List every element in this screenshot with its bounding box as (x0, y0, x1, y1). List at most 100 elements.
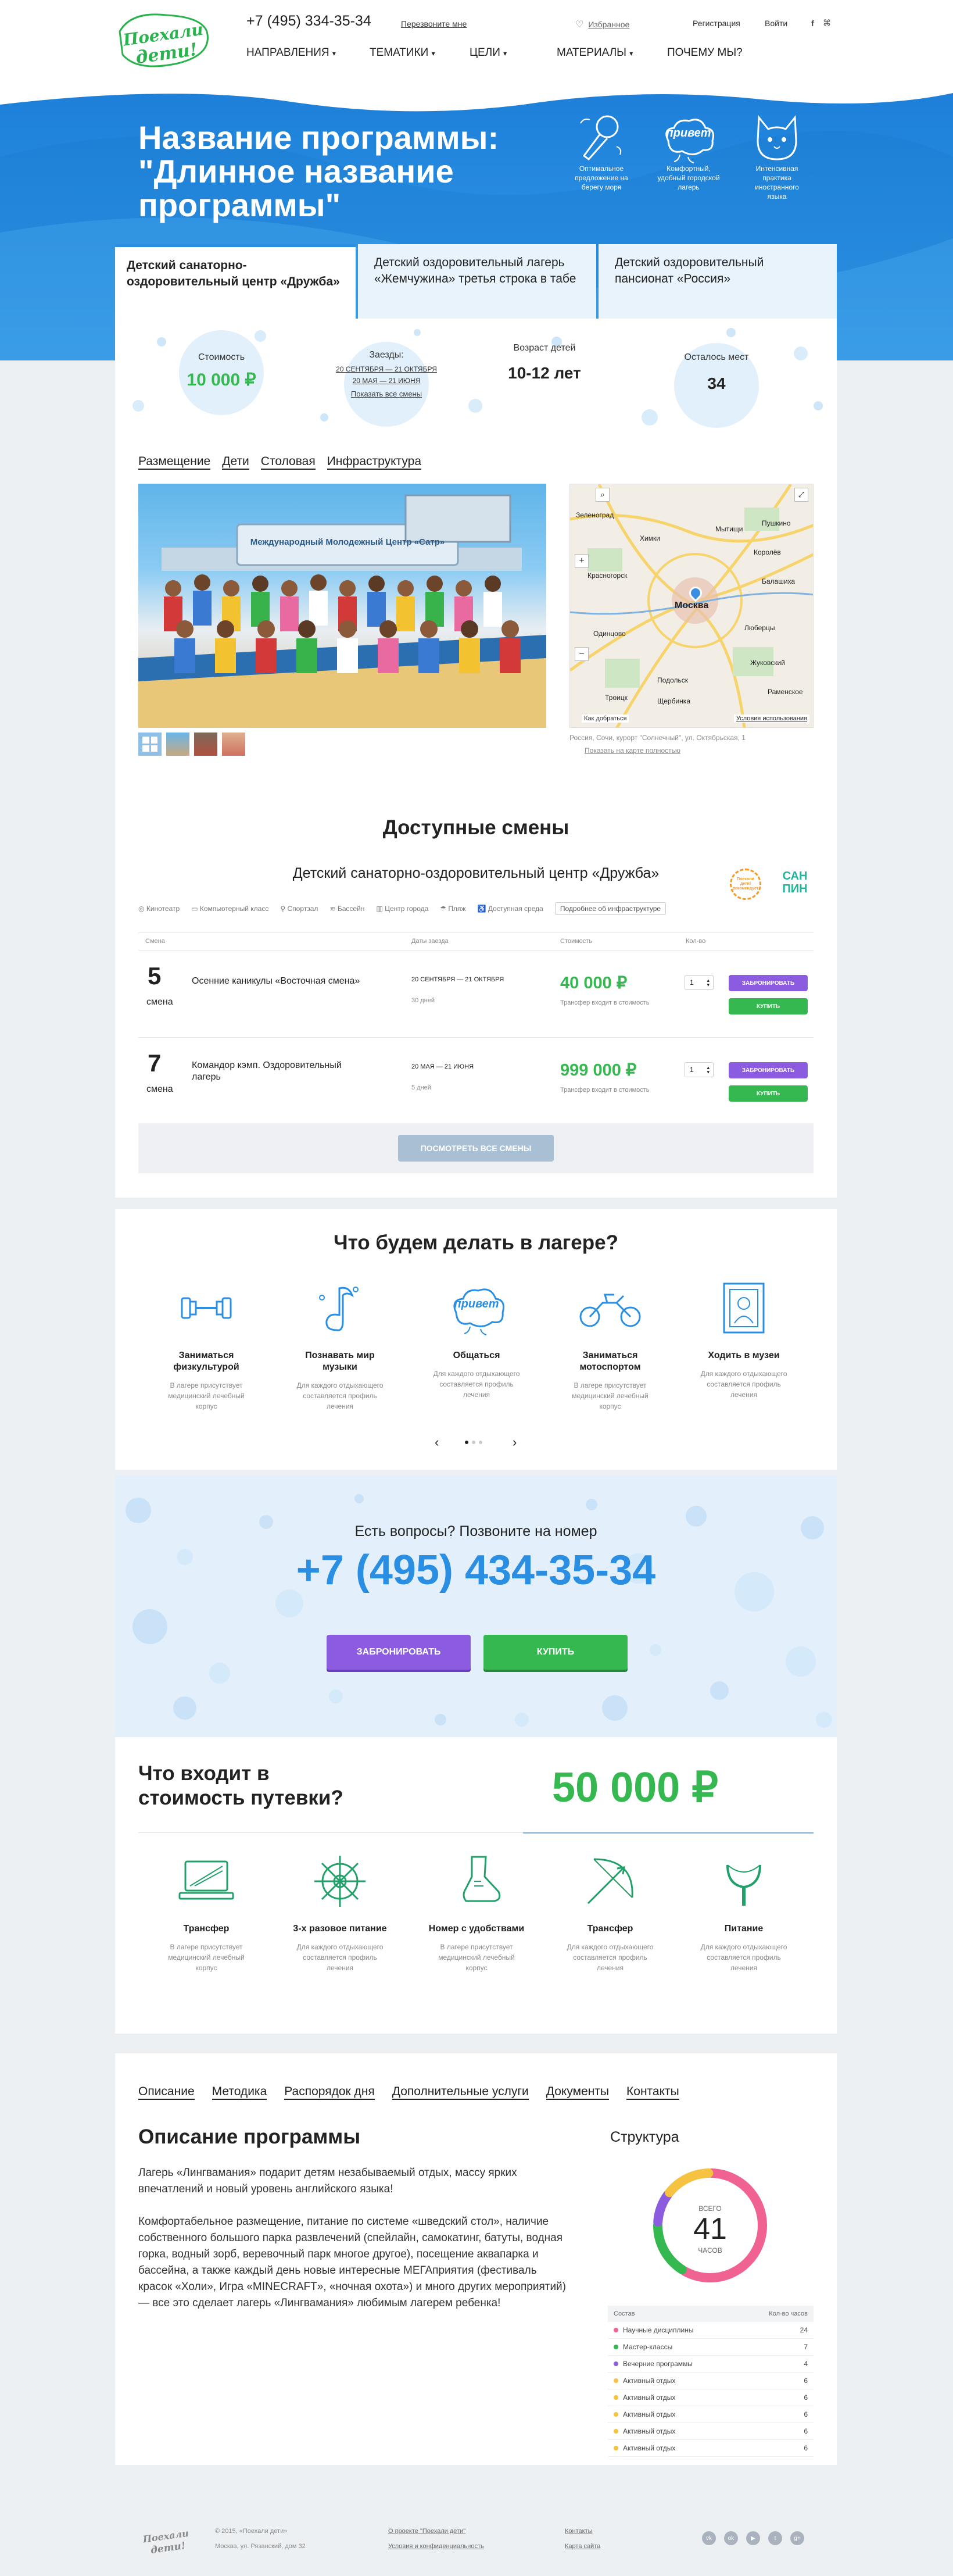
shift-number: 5 (148, 962, 162, 989)
activity-title: Ходить в музеи (708, 1350, 780, 1360)
map-zoom-out-icon[interactable]: − (575, 647, 589, 661)
carousel-dot[interactable] (472, 1441, 475, 1444)
shift-word: смена (146, 1084, 173, 1094)
legend-dot (614, 2345, 618, 2349)
header-phone[interactable]: +7 (495) 334-35-34 (246, 13, 371, 30)
contact-buy-button[interactable]: КУПИТЬ (483, 1635, 628, 1670)
infrastructure-button[interactable]: Подробнее об инфраструктуре (554, 902, 667, 915)
callback-link[interactable]: Перезвоните мне (401, 19, 467, 28)
buy-button[interactable]: КУПИТЬ (729, 998, 808, 1014)
activities-title: Что будем делать в лагере? (334, 1231, 618, 1254)
odnoklassniki-icon[interactable]: ⌘ (823, 18, 831, 28)
center-name: Детский санаторно-оздоровительный центр … (292, 865, 660, 881)
tab-infrastructure[interactable]: Инфраструктура (327, 455, 421, 470)
contact-book-button[interactable]: ЗАБРОНИРОВАТЬ (327, 1635, 471, 1670)
photo-thumbnail[interactable] (222, 733, 245, 756)
tab-contacts[interactable]: Контакты (626, 2085, 679, 2100)
tab-schedule[interactable]: Распорядок дня (284, 2085, 375, 2100)
structure-row: Научные дисциплины 24 (608, 2322, 814, 2339)
activity-text: Для каждого отдыхающего составляется про… (700, 1370, 787, 1399)
favorites-link[interactable]: ♡ Избранное (575, 19, 629, 30)
included-item-text: В лагере присутствует медицинский лечебн… (168, 1943, 245, 1972)
shift-name[interactable]: Осенние каникулы «Восточная смена» (192, 976, 360, 987)
nav-item-themes[interactable]: ТЕМАТИКИ ▾ (370, 47, 470, 59)
carousel-dot[interactable] (465, 1441, 468, 1444)
cinema-icon: ◎ (138, 905, 145, 913)
nav-item-directions[interactable]: НАПРАВЛЕНИЯ ▾ (246, 47, 370, 59)
tab-druzhba[interactable]: Детский санаторно-оздоровительный центр … (115, 244, 356, 319)
book-button[interactable]: ЗАБРОНИРОВАТЬ (729, 975, 808, 991)
tab-documents[interactable]: Документы (546, 2085, 610, 2100)
map-label: Люберцы (744, 624, 775, 632)
photo-thumbnail[interactable] (166, 733, 189, 756)
tab-rossiya[interactable]: Детский оздоровительный пансионат «Росси… (599, 244, 837, 319)
footer-link-sitemap[interactable]: Карта сайта (565, 2543, 600, 2550)
map-address: Россия, Сочи, курорт "Солнечный", ул. Ок… (569, 734, 746, 742)
map-fullscreen-icon[interactable]: ⤢ (794, 488, 808, 502)
grid-view-icon[interactable] (138, 733, 162, 756)
pool-icon: ≋ (329, 905, 336, 913)
amenity: ≋ Бассейн (329, 905, 365, 913)
contact-question: Есть вопросы? Позвоните на номер (354, 1523, 597, 1539)
map-footer-right[interactable]: Условия использования (733, 714, 809, 723)
hero-feature-text: Оптимальное предложение на берегу моря (575, 165, 628, 191)
map-zoom-in-icon[interactable]: + (575, 554, 589, 568)
camp-photo[interactable]: Международный Молодежный Центр «Сатр» (138, 484, 546, 728)
included-item-title: Питание (724, 1924, 764, 1934)
map-search-icon[interactable]: ⌕ (596, 488, 610, 502)
footer-link-contacts[interactable]: Контакты (565, 2528, 593, 2535)
facebook-icon[interactable]: f (811, 19, 814, 28)
microphone-icon (569, 112, 633, 164)
gallery-tabs: Размещение Дети Столовая Инфраструктура (138, 455, 421, 470)
youtube-icon[interactable]: ▶ (746, 2531, 760, 2545)
map-fullsize-link[interactable]: Показать на карте полностью (585, 746, 680, 755)
tab-canteen[interactable]: Столовая (260, 455, 316, 470)
map-label: Балашиха (762, 577, 796, 585)
register-link[interactable]: Регистрация (693, 19, 740, 28)
vk-icon[interactable]: vk (702, 2531, 716, 2545)
recommend-badge: Поехали дети! рекомендует (730, 869, 761, 900)
footer-link-about[interactable]: О проекте "Поехали дети" (388, 2528, 465, 2535)
quantity-stepper[interactable]: 1 ▴ ▾ (685, 975, 714, 990)
nav-item-goals[interactable]: ЦЕЛИ ▾ (470, 47, 557, 59)
buy-button[interactable]: КУПИТЬ (729, 1085, 808, 1102)
nav-item-why-us[interactable]: ПОЧЕМУ МЫ? (667, 47, 754, 59)
quantity-stepper[interactable]: 1 ▴ ▾ (685, 1062, 714, 1077)
tab-children[interactable]: Дети (222, 455, 249, 470)
book-button[interactable]: ЗАБРОНИРОВАТЬ (729, 1062, 808, 1078)
session-date[interactable]: 20 МАЯ — 21 ИЮНЯ (314, 377, 459, 385)
main-nav: НАПРАВЛЕНИЯ ▾ ТЕМАТИКИ ▾ ЦЕЛИ ▾ МАТЕРИАЛ… (246, 47, 754, 59)
tab-methodology[interactable]: Методика (212, 2085, 267, 2100)
stepper-arrows-icon[interactable]: ▴ ▾ (707, 978, 710, 988)
tab-description[interactable]: Описание (138, 2085, 195, 2100)
carousel-prev-icon[interactable]: ‹ (435, 1435, 439, 1450)
shift-name[interactable]: Командор кэмп. Оздоровительный лагерь (192, 1060, 349, 1083)
tab-extra-services[interactable]: Дополнительные услуги (392, 2085, 529, 2100)
location-map[interactable]: Зеленоград Мытищи Химки Пушкино Королёв … (569, 484, 814, 728)
photo-thumbnail[interactable] (194, 733, 217, 756)
contact-phone[interactable]: +7 (495) 434-35-34 (115, 1546, 837, 1594)
stepper-arrows-icon[interactable]: ▴ ▾ (707, 1065, 710, 1075)
tab-accommodation[interactable]: Размещение (138, 455, 211, 470)
map-label: Щербинка (657, 697, 690, 705)
included-item-text: Для каждого отдыхающего составляется про… (700, 1943, 787, 1972)
show-all-sessions-link[interactable]: Показать все смены (314, 390, 459, 398)
login-link[interactable]: Войти (765, 19, 787, 28)
show-all-shifts-button[interactable]: ПОСМОТРЕТЬ ВСЕ СМЕНЫ (398, 1135, 554, 1162)
twitter-icon[interactable]: t (768, 2531, 782, 2545)
carousel-next-icon[interactable]: › (513, 1435, 517, 1450)
carousel-dots (465, 1441, 482, 1444)
site-logo[interactable]: Поехали дети! (114, 8, 214, 71)
footer-logo[interactable]: Поехали дети! (138, 2523, 194, 2558)
structure-row: Активный отдых 6 (608, 2389, 814, 2406)
session-date[interactable]: 20 СЕНТЯБРЯ — 21 ОКТЯБРЯ (314, 365, 459, 373)
monitor-icon (157, 1852, 256, 1910)
nav-item-materials[interactable]: МАТЕРИАЛЫ ▾ (557, 47, 667, 59)
carousel-dot[interactable] (479, 1441, 482, 1444)
footer-link-terms[interactable]: Условия и конфиденциальность (388, 2543, 484, 2550)
odnoklassniki-icon[interactable]: ok (724, 2531, 738, 2545)
tab-zhemchuzhina[interactable]: Детский оздоровительный лагерь «Жемчужин… (358, 244, 596, 319)
google-plus-icon[interactable]: g+ (790, 2531, 804, 2545)
map-footer-left[interactable]: Как добраться (582, 714, 629, 723)
included-item-title: Трансфер (587, 1924, 633, 1934)
